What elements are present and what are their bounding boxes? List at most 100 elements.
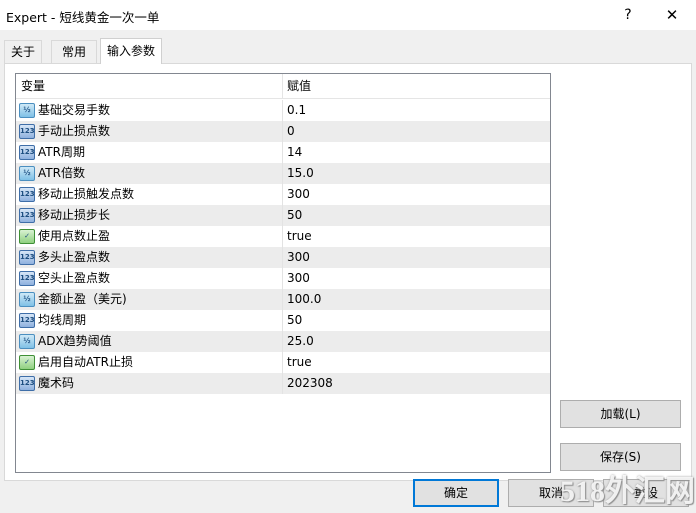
integer-type-icon: 123 xyxy=(19,271,35,286)
tab-about[interactable]: 关于 xyxy=(4,40,42,64)
parameter-name: ATR倍数 xyxy=(38,166,85,180)
double-type-icon: ½ xyxy=(19,103,35,118)
parameter-name: ATR周期 xyxy=(38,145,85,159)
column-header-variable[interactable]: 变量 xyxy=(16,74,45,99)
close-button[interactable]: ✕ xyxy=(660,3,684,27)
parameter-name: ADX趋势阈值 xyxy=(38,334,112,348)
table-row[interactable]: 123 空头止盈点数 300 xyxy=(16,268,550,289)
cell-divider xyxy=(282,121,283,142)
parameter-name: 基础交易手数 xyxy=(38,103,111,117)
cell-divider xyxy=(282,100,283,121)
double-type-icon: ½ xyxy=(19,292,35,307)
table-row[interactable]: 123 多头止盈点数 300 xyxy=(16,247,550,268)
ok-button[interactable]: 确定 xyxy=(413,479,499,507)
integer-type-icon: 123 xyxy=(19,250,35,265)
cell-divider xyxy=(282,142,283,163)
table-row[interactable]: 123 移动止损步长 50 xyxy=(16,205,550,226)
grid-rows: ½ 基础交易手数 0.1 123 手动止损点数 0 123 ATR周期 14 ½ ATR倍数 15.0… xyxy=(16,100,550,394)
watermark-logo: 518外汇网 xyxy=(560,475,695,508)
integer-type-icon: 123 xyxy=(19,124,35,139)
type-glyph: ½ xyxy=(23,337,31,345)
type-glyph: ½ xyxy=(23,169,31,177)
parameter-value[interactable]: 202308 xyxy=(287,373,333,394)
cell-divider xyxy=(282,268,283,289)
type-glyph: ½ xyxy=(23,106,31,114)
type-glyph: ✓ xyxy=(24,232,30,240)
type-glyph: 123 xyxy=(20,316,35,324)
parameter-value[interactable]: 0 xyxy=(287,121,295,142)
parameter-value[interactable]: 300 xyxy=(287,268,310,289)
grid-header: 变量 赋值 xyxy=(16,74,550,99)
save-button[interactable]: 保存(S) xyxy=(560,443,681,471)
boolean-type-icon: ✓ xyxy=(19,355,35,370)
load-button[interactable]: 加载(L) xyxy=(560,400,681,428)
title-bar: Expert - 短线黄金一次一单 ? ✕ xyxy=(0,0,696,30)
type-glyph: ½ xyxy=(23,295,31,303)
table-row[interactable]: ✓ 启用自动ATR止损 true xyxy=(16,352,550,373)
tab-inputs[interactable]: 输入参数 xyxy=(100,38,162,64)
table-row[interactable]: 123 魔术码 202308 xyxy=(16,373,550,394)
integer-type-icon: 123 xyxy=(19,313,35,328)
table-row[interactable]: 123 移动止损触发点数 300 xyxy=(16,184,550,205)
parameter-value[interactable]: 50 xyxy=(287,310,302,331)
type-glyph: 123 xyxy=(20,274,35,282)
type-glyph: 123 xyxy=(20,190,35,198)
table-row[interactable]: ✓ 使用点数止盈 true xyxy=(16,226,550,247)
integer-type-icon: 123 xyxy=(19,208,35,223)
parameter-name: 移动止损触发点数 xyxy=(38,187,135,201)
parameter-value[interactable]: 0.1 xyxy=(287,100,306,121)
parameter-value[interactable]: 300 xyxy=(287,184,310,205)
table-row[interactable]: 123 均线周期 50 xyxy=(16,310,550,331)
table-row[interactable]: 123 手动止损点数 0 xyxy=(16,121,550,142)
cell-divider xyxy=(282,289,283,310)
cell-divider xyxy=(282,331,283,352)
cell-divider xyxy=(282,163,283,184)
double-type-icon: ½ xyxy=(19,166,35,181)
parameter-value[interactable]: 100.0 xyxy=(287,289,321,310)
parameter-name: 多头止盈点数 xyxy=(38,250,111,264)
type-glyph: ✓ xyxy=(24,358,30,366)
table-row[interactable]: 123 ATR周期 14 xyxy=(16,142,550,163)
integer-type-icon: 123 xyxy=(19,145,35,160)
parameter-value[interactable]: true xyxy=(287,226,312,247)
parameters-grid[interactable]: 变量 赋值 ½ 基础交易手数 0.1 123 手动止损点数 0 123 ATR周期 14 ½ ATR… xyxy=(15,73,551,473)
table-row[interactable]: ½ 基础交易手数 0.1 xyxy=(16,100,550,121)
parameter-name: 空头止盈点数 xyxy=(38,271,111,285)
boolean-type-icon: ✓ xyxy=(19,229,35,244)
help-button[interactable]: ? xyxy=(616,3,640,27)
parameter-value[interactable]: 300 xyxy=(287,247,310,268)
parameter-value[interactable]: 50 xyxy=(287,205,302,226)
parameter-name: 手动止损点数 xyxy=(38,124,111,138)
parameter-value[interactable]: true xyxy=(287,352,312,373)
parameter-name: 魔术码 xyxy=(38,376,75,390)
cell-divider xyxy=(282,226,283,247)
cell-divider xyxy=(282,352,283,373)
integer-type-icon: 123 xyxy=(19,376,35,391)
cell-divider xyxy=(282,373,283,394)
type-glyph: 123 xyxy=(20,148,35,156)
cell-divider xyxy=(282,205,283,226)
type-glyph: 123 xyxy=(20,127,35,135)
table-row[interactable]: ½ ATR倍数 15.0 xyxy=(16,163,550,184)
parameter-name: 金额止盈（美元) xyxy=(38,292,127,306)
parameter-value[interactable]: 14 xyxy=(287,142,302,163)
double-type-icon: ½ xyxy=(19,334,35,349)
column-header-value[interactable]: 赋值 xyxy=(282,74,311,99)
cell-divider xyxy=(282,310,283,331)
parameter-value[interactable]: 25.0 xyxy=(287,331,314,352)
table-row[interactable]: ½ 金额止盈（美元) 100.0 xyxy=(16,289,550,310)
table-row[interactable]: ½ ADX趋势阈值 25.0 xyxy=(16,331,550,352)
type-glyph: 123 xyxy=(20,211,35,219)
cell-divider xyxy=(282,184,283,205)
parameter-name: 均线周期 xyxy=(38,313,87,327)
parameter-name: 移动止损步长 xyxy=(38,208,111,222)
parameter-name: 使用点数止盈 xyxy=(38,229,111,243)
integer-type-icon: 123 xyxy=(19,187,35,202)
type-glyph: 123 xyxy=(20,379,35,387)
parameter-value[interactable]: 15.0 xyxy=(287,163,314,184)
tab-common[interactable]: 常用 xyxy=(51,40,97,64)
window-title: Expert - 短线黄金一次一单 xyxy=(6,10,160,25)
type-glyph: 123 xyxy=(20,253,35,261)
parameter-name: 启用自动ATR止损 xyxy=(38,355,133,369)
cell-divider xyxy=(282,247,283,268)
